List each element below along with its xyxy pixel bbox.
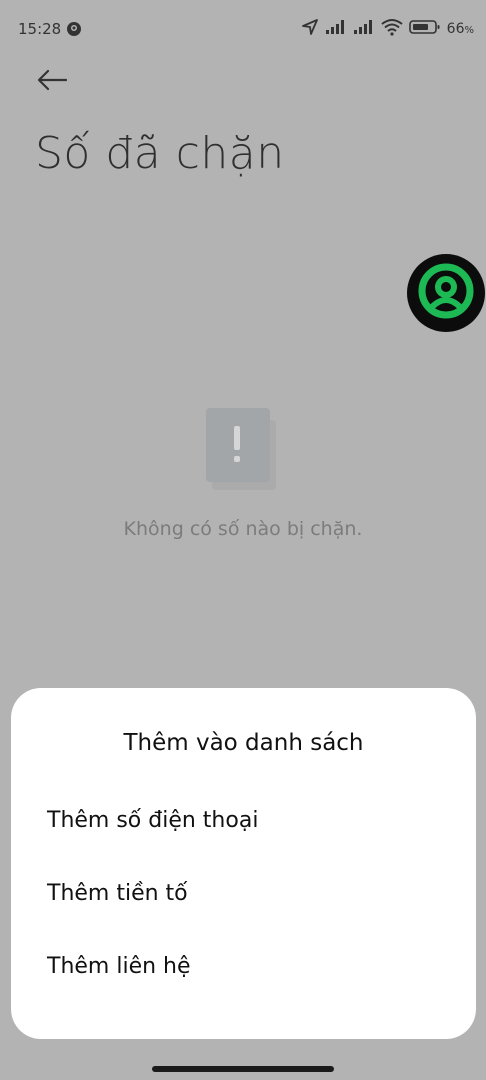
empty-state-message: Không có số nào bị chặn. [123, 518, 363, 540]
sheet-title: Thêm vào danh sách [123, 730, 364, 756]
status-bar: 15:28 66% [0, 0, 486, 60]
battery-icon [408, 19, 441, 39]
back-arrow-icon [37, 69, 68, 95]
cell-signal-icon [325, 19, 347, 39]
add-to-list-sheet: Thêm vào danh sách Thêm số điện thoại Th… [11, 688, 476, 1039]
add-prefix-option[interactable]: Thêm tiền tố [47, 881, 188, 906]
alert-document-icon [202, 404, 282, 494]
back-button[interactable] [30, 64, 74, 100]
status-icons: 66% [301, 18, 474, 40]
home-indicator[interactable] [152, 1066, 334, 1072]
add-phone-number-option[interactable]: Thêm số điện thoại [47, 808, 258, 833]
user-icon [416, 261, 476, 325]
status-time: 15:28 [18, 20, 62, 38]
cell-signal-icon [353, 19, 375, 39]
location-icon [301, 18, 319, 40]
floating-bubble-button[interactable] [407, 254, 485, 332]
notification-app-icon [66, 21, 82, 37]
page-title: Số đã chặn [35, 128, 285, 179]
battery-percent: 66% [446, 21, 474, 37]
wifi-icon [381, 18, 403, 40]
add-contact-option[interactable]: Thêm liên hệ [47, 954, 191, 979]
